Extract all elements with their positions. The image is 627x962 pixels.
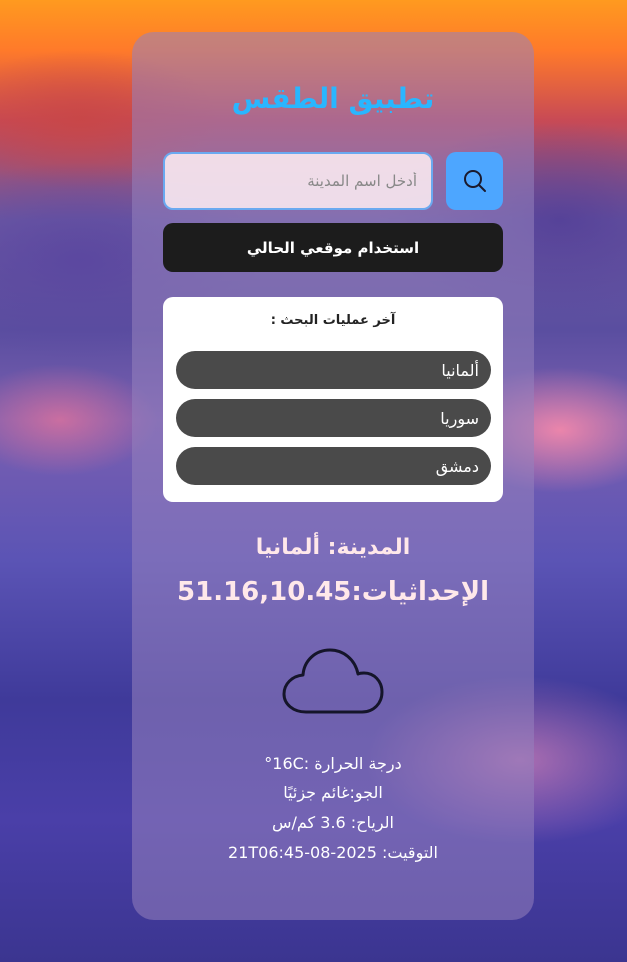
- recent-search-item[interactable]: دمشق: [176, 447, 491, 485]
- app-title: تطبيق الطقس: [231, 82, 435, 115]
- recent-search-item[interactable]: ألمانيا: [176, 351, 491, 389]
- cloud-icon: [282, 648, 384, 714]
- recent-searches-title: آخر عمليات البحث :: [270, 313, 396, 328]
- search-button[interactable]: [446, 152, 503, 210]
- search-icon: [463, 170, 486, 192]
- observation-time: التوقيت: 2025-08-21T06:45: [228, 843, 438, 862]
- city-search-input[interactable]: [163, 152, 433, 210]
- weather-condition: الجو:غائم جزئيًا: [283, 783, 383, 802]
- temperature: درجة الحرارة :16C°: [264, 754, 402, 773]
- recent-search-item[interactable]: سوريا: [176, 399, 491, 437]
- wind-speed: الرياح: 3.6 كم/س: [271, 813, 394, 832]
- city-name: المدينة: ألمانيا: [255, 535, 411, 560]
- coordinates: الإحداثيات:51.16,10.45: [177, 577, 489, 607]
- use-current-location-button[interactable]: استخدام موقعي الحالي: [163, 223, 503, 272]
- weather-card: تطبيق الطقس استخدام موقعي الحالي آخر عمل…: [132, 32, 534, 920]
- recent-searches-panel: آخر عمليات البحث : ألمانيا سوريا دمشق: [163, 297, 503, 502]
